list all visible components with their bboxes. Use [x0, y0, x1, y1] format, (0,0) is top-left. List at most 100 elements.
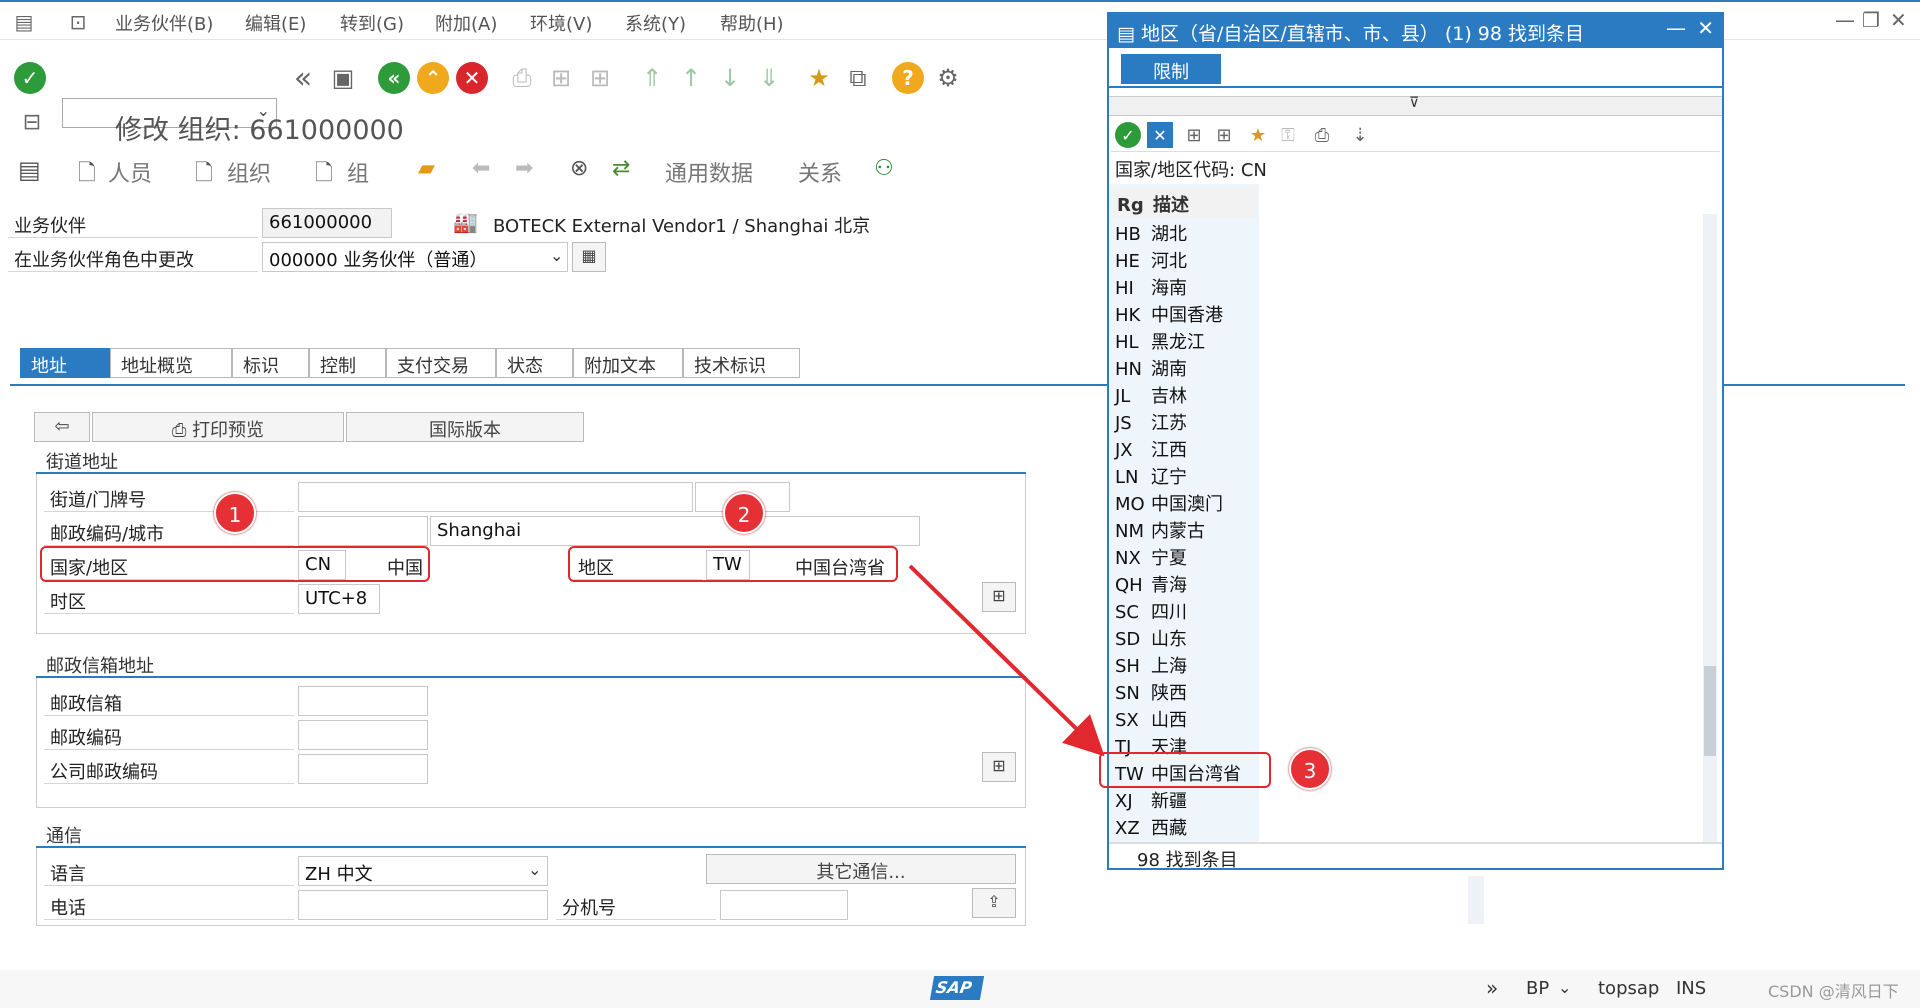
details-icon[interactable]: ▤ [18, 156, 41, 184]
next-page-icon[interactable]: ↓ [714, 62, 746, 94]
popup-sort-icon[interactable]: ⇣ [1347, 122, 1373, 148]
help-icon[interactable]: ? [892, 62, 924, 94]
timezone-field[interactable]: UTC+8 [298, 584, 380, 614]
prev-page-icon[interactable]: ↑ [675, 62, 707, 94]
role-select[interactable]: 000000 业务伙伴（普通） [262, 242, 568, 272]
popup-list-item[interactable]: NM 内蒙古 [1115, 517, 1205, 544]
tab-restrict[interactable]: 限制 [1121, 54, 1221, 84]
popup-scroll-thumb[interactable] [1704, 666, 1716, 756]
popup-find-next-icon[interactable]: ⊞ [1211, 122, 1237, 148]
street-field[interactable] [298, 482, 693, 512]
popup-list-item[interactable]: SN 陕西 [1115, 679, 1187, 706]
layout-icon[interactable]: ⊟ [16, 106, 48, 138]
back-double-icon[interactable]: « [287, 61, 319, 96]
glasses-icon[interactable]: ⊗ [570, 156, 588, 181]
popup-list-item[interactable]: XJ 新疆 [1115, 787, 1187, 814]
popup-list-item[interactable]: JS 江苏 [1115, 409, 1187, 436]
popup-add-favorite-icon[interactable]: ★ [1245, 122, 1271, 148]
first-page-icon[interactable]: ⇑ [636, 62, 668, 94]
popup-list-item[interactable]: LN 辽宁 [1115, 463, 1187, 490]
popup-confirm-icon[interactable]: ✓ [1115, 122, 1141, 148]
other-comm-button[interactable]: 其它通信... [706, 854, 1016, 884]
restore-icon[interactable]: ❐ [1862, 8, 1880, 32]
menu-help[interactable]: 帮助(H) [720, 10, 784, 36]
role-details-button[interactable]: ▦ [572, 242, 606, 272]
print-icon[interactable]: ⎙ [506, 62, 538, 94]
popup-list-item[interactable]: HB 湖北 [1115, 220, 1187, 247]
tab-payment[interactable]: 支付交易 [386, 348, 496, 378]
tab-additional-texts[interactable]: 附加文本 [573, 348, 683, 378]
menu-goto[interactable]: 转到(G) [340, 10, 404, 36]
person-button[interactable]: 人员 [108, 156, 152, 188]
close-icon[interactable]: ✕ [1890, 8, 1907, 32]
intl-version-button[interactable]: 国际版本 [346, 412, 584, 442]
menu-edit[interactable]: 编辑(E) [245, 10, 306, 36]
popup-list-item[interactable]: SH 上海 [1115, 652, 1187, 679]
enter-icon[interactable]: ✓ [14, 62, 46, 94]
general-data-button[interactable]: 通用数据 [665, 156, 753, 188]
menu-system[interactable]: 系统(Y) [625, 10, 686, 36]
popup-splitter[interactable]: ⊽ [1109, 95, 1722, 116]
popup-list-item[interactable]: HE 河北 [1115, 247, 1187, 274]
chevron-down-icon[interactable]: ⌄ [1558, 978, 1571, 997]
popup-list-item[interactable]: HL 黑龙江 [1115, 328, 1205, 355]
tab-control[interactable]: 控制 [309, 348, 386, 378]
expand-status-icon[interactable]: » [1486, 976, 1498, 1000]
switch-icon[interactable]: ⇄ [612, 156, 630, 181]
open-folder-icon[interactable]: ▰ [418, 156, 435, 181]
tool-icon-button[interactable]: ⇦ [34, 412, 90, 442]
print-preview-button[interactable]: ⎙ 打印预览 [92, 412, 344, 442]
pobox-field[interactable] [298, 686, 428, 716]
menu-business-partner[interactable]: 业务伙伴(B) [115, 10, 213, 36]
tab-address-overview[interactable]: 地址概览 [110, 348, 232, 378]
popup-list-item[interactable]: JL 吉林 [1115, 382, 1187, 409]
popup-close-icon[interactable]: ✕ [1697, 16, 1714, 40]
popup-list-item[interactable]: MO 中国澳门 [1115, 490, 1223, 517]
postal-code-field[interactable] [298, 516, 428, 546]
organization-button[interactable]: 组织 [227, 156, 271, 188]
main-scrollbar[interactable] [1468, 876, 1484, 924]
tab-identification[interactable]: 标识 [232, 348, 309, 378]
popup-scrollbar[interactable] [1703, 214, 1717, 844]
phone-field[interactable] [298, 890, 548, 920]
exit-icon[interactable]: ⌃ [417, 62, 449, 94]
popup-list-item[interactable]: SD 山东 [1115, 625, 1187, 652]
company-postal-field[interactable] [298, 754, 428, 784]
bookmark-icon[interactable]: ⊡ [62, 6, 94, 38]
new-session-icon[interactable]: ★ [803, 62, 835, 94]
menu-extras[interactable]: 附加(A) [435, 10, 497, 36]
popup-list-item[interactable]: NX 宁夏 [1115, 544, 1187, 571]
find-icon[interactable]: ⊞ [545, 62, 577, 94]
extension-field[interactable] [720, 890, 848, 920]
popup-cancel-icon[interactable]: ✕ [1147, 122, 1173, 148]
group-button[interactable]: 组 [347, 156, 369, 188]
popup-print-icon[interactable]: ⎙ [1309, 122, 1335, 148]
tab-address[interactable]: 地址 [20, 348, 110, 378]
arrow-right-icon[interactable]: ➡ [515, 156, 533, 181]
column-desc[interactable]: 描述 [1153, 195, 1189, 216]
minimize-icon[interactable]: — [1835, 8, 1855, 32]
tab-technical-ids[interactable]: 技术标识 [683, 348, 800, 378]
popup-list-item[interactable]: SX 山西 [1115, 706, 1187, 733]
settings-gear-icon[interactable]: ⚙ [932, 62, 964, 94]
phone-more-button[interactable]: ⇪ [972, 888, 1016, 918]
find-next-icon[interactable]: ⊞ [584, 62, 616, 94]
partner-icon[interactable]: ⚇ [874, 156, 894, 181]
save-icon[interactable]: ▣ [327, 62, 359, 94]
popup-find-icon[interactable]: ⊞ [1181, 122, 1207, 148]
popup-minimize-icon[interactable]: — [1666, 16, 1686, 40]
cancel-icon[interactable]: ✕ [456, 62, 488, 94]
popup-list-item[interactable]: QH 青海 [1115, 571, 1187, 598]
system-menu-icon[interactable]: ▤ [8, 6, 40, 38]
popup-list-item[interactable]: HK 中国香港 [1115, 301, 1223, 328]
tab-status[interactable]: 状态 [496, 348, 573, 378]
city-field[interactable]: Shanghai [430, 516, 920, 546]
popup-key-icon[interactable]: ⚿ [1275, 122, 1301, 148]
popup-list-item[interactable]: HI 海南 [1115, 274, 1187, 301]
relations-button[interactable]: 关系 [798, 156, 842, 188]
pobox-postal-field[interactable] [298, 720, 428, 750]
popup-list-item[interactable]: JX 江西 [1115, 436, 1187, 463]
popup-list-item[interactable]: SC 四川 [1115, 598, 1187, 625]
arrow-left-icon[interactable]: ⬅ [472, 156, 490, 181]
popup-list-item[interactable]: HN 湖南 [1115, 355, 1187, 382]
